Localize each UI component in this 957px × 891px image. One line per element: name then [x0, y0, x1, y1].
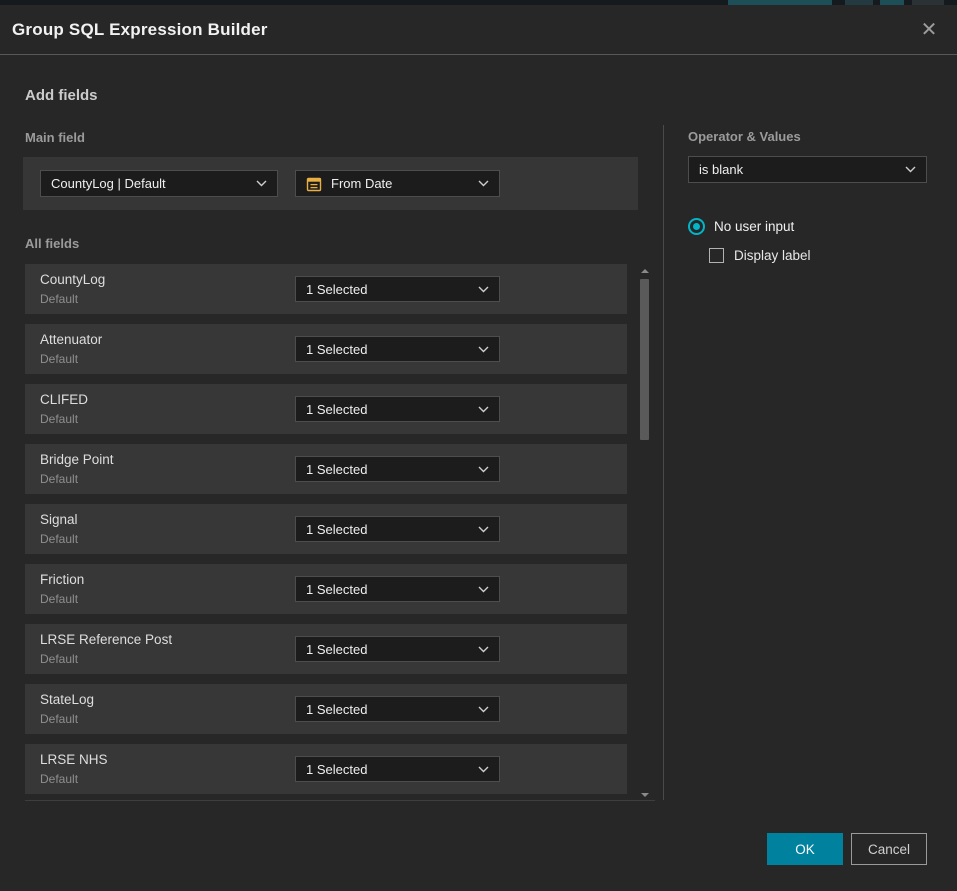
chevron-down-icon — [478, 286, 489, 293]
field-name: Friction — [40, 572, 84, 587]
add-fields-heading: Add fields — [25, 87, 98, 104]
scroll-down-icon[interactable] — [641, 793, 649, 797]
field-selected-value: 1 Selected — [306, 582, 470, 597]
field-selected-value: 1 Selected — [306, 702, 470, 717]
field-name: CLIFED — [40, 392, 88, 407]
main-field-panel: CountyLog | Default From Date — [23, 157, 638, 210]
field-select-value: From Date — [331, 176, 470, 191]
field-row: CLIFED Default 1 Selected — [25, 384, 627, 434]
field-selected-dropdown[interactable]: 1 Selected — [295, 756, 500, 782]
field-sublabel: Default — [40, 292, 78, 306]
field-selected-dropdown[interactable]: 1 Selected — [295, 336, 500, 362]
field-sublabel: Default — [40, 532, 78, 546]
field-selected-dropdown[interactable]: 1 Selected — [295, 456, 500, 482]
dialog-header: Group SQL Expression Builder ✕ — [0, 5, 957, 55]
chevron-down-icon — [478, 466, 489, 473]
chevron-down-icon — [478, 406, 489, 413]
field-selected-dropdown[interactable]: 1 Selected — [295, 576, 500, 602]
radio-dot — [693, 223, 700, 230]
field-sublabel: Default — [40, 652, 78, 666]
field-row: Bridge Point Default 1 Selected — [25, 444, 627, 494]
operator-select[interactable]: is blank — [688, 156, 927, 183]
field-sublabel: Default — [40, 472, 78, 486]
field-selected-dropdown[interactable]: 1 Selected — [295, 696, 500, 722]
field-selected-dropdown[interactable]: 1 Selected — [295, 516, 500, 542]
main-field-label: Main field — [25, 130, 85, 145]
chevron-down-icon — [905, 166, 916, 173]
chevron-down-icon — [478, 766, 489, 773]
field-name: LRSE NHS — [40, 752, 108, 767]
field-selected-value: 1 Selected — [306, 642, 470, 657]
field-row: StateLog Default 1 Selected — [25, 684, 627, 734]
field-select[interactable]: From Date — [295, 170, 500, 197]
field-name: CountyLog — [40, 272, 105, 287]
chevron-down-icon — [478, 346, 489, 353]
field-name: Signal — [40, 512, 78, 527]
field-selected-value: 1 Selected — [306, 522, 470, 537]
field-selected-value: 1 Selected — [306, 462, 470, 477]
field-row: Signal Default 1 Selected — [25, 504, 627, 554]
chevron-down-icon — [478, 586, 489, 593]
operator-select-value: is blank — [699, 162, 897, 177]
field-sublabel: Default — [40, 712, 78, 726]
field-selected-value: 1 Selected — [306, 342, 470, 357]
display-label-checkbox[interactable]: Display label — [709, 248, 811, 263]
operator-values-label: Operator & Values — [688, 129, 801, 144]
field-selected-value: 1 Selected — [306, 402, 470, 417]
calendar-icon — [306, 176, 322, 192]
field-row: LRSE Reference Post Default 1 Selected — [25, 624, 627, 674]
checkbox-icon — [709, 248, 724, 263]
cancel-button[interactable]: Cancel — [851, 833, 927, 865]
field-selected-dropdown[interactable]: 1 Selected — [295, 276, 500, 302]
field-sublabel: Default — [40, 412, 78, 426]
field-name: Bridge Point — [40, 452, 114, 467]
field-name: Attenuator — [40, 332, 102, 347]
close-icon[interactable]: ✕ — [915, 16, 943, 44]
chevron-down-icon — [478, 706, 489, 713]
field-row: CountyLog Default 1 Selected — [25, 264, 627, 314]
field-sublabel: Default — [40, 592, 78, 606]
field-sublabel: Default — [40, 352, 78, 366]
field-selected-value: 1 Selected — [306, 282, 470, 297]
radio-icon — [688, 218, 705, 235]
field-sublabel: Default — [40, 772, 78, 786]
all-fields-list: CountyLog Default 1 Selected Attenuator … — [25, 262, 655, 801]
field-selected-dropdown[interactable]: 1 Selected — [295, 636, 500, 662]
ok-button[interactable]: OK — [767, 833, 843, 865]
chevron-down-icon — [478, 646, 489, 653]
field-name: StateLog — [40, 692, 94, 707]
scrollbar-thumb[interactable] — [640, 279, 649, 440]
scroll-up-icon[interactable] — [641, 269, 649, 273]
no-user-input-label: No user input — [714, 219, 794, 234]
field-selected-dropdown[interactable]: 1 Selected — [295, 396, 500, 422]
field-row: Attenuator Default 1 Selected — [25, 324, 627, 374]
chevron-down-icon — [478, 526, 489, 533]
field-selected-value: 1 Selected — [306, 762, 470, 777]
chevron-down-icon — [478, 180, 489, 187]
all-fields-label: All fields — [25, 236, 79, 251]
display-label-text: Display label — [734, 248, 811, 263]
no-user-input-radio[interactable]: No user input — [688, 218, 794, 235]
dialog-title: Group SQL Expression Builder — [12, 20, 268, 40]
field-name: LRSE Reference Post — [40, 632, 172, 647]
layer-select-value: CountyLog | Default — [51, 176, 248, 191]
group-sql-expression-builder-dialog: Group SQL Expression Builder ✕ Add field… — [0, 5, 957, 891]
field-row: LRSE NHS Default 1 Selected — [25, 744, 627, 794]
field-row: Friction Default 1 Selected — [25, 564, 627, 614]
fields-list-scrollbar[interactable] — [640, 262, 650, 801]
panel-divider — [663, 125, 664, 800]
layer-select[interactable]: CountyLog | Default — [40, 170, 278, 197]
chevron-down-icon — [256, 180, 267, 187]
